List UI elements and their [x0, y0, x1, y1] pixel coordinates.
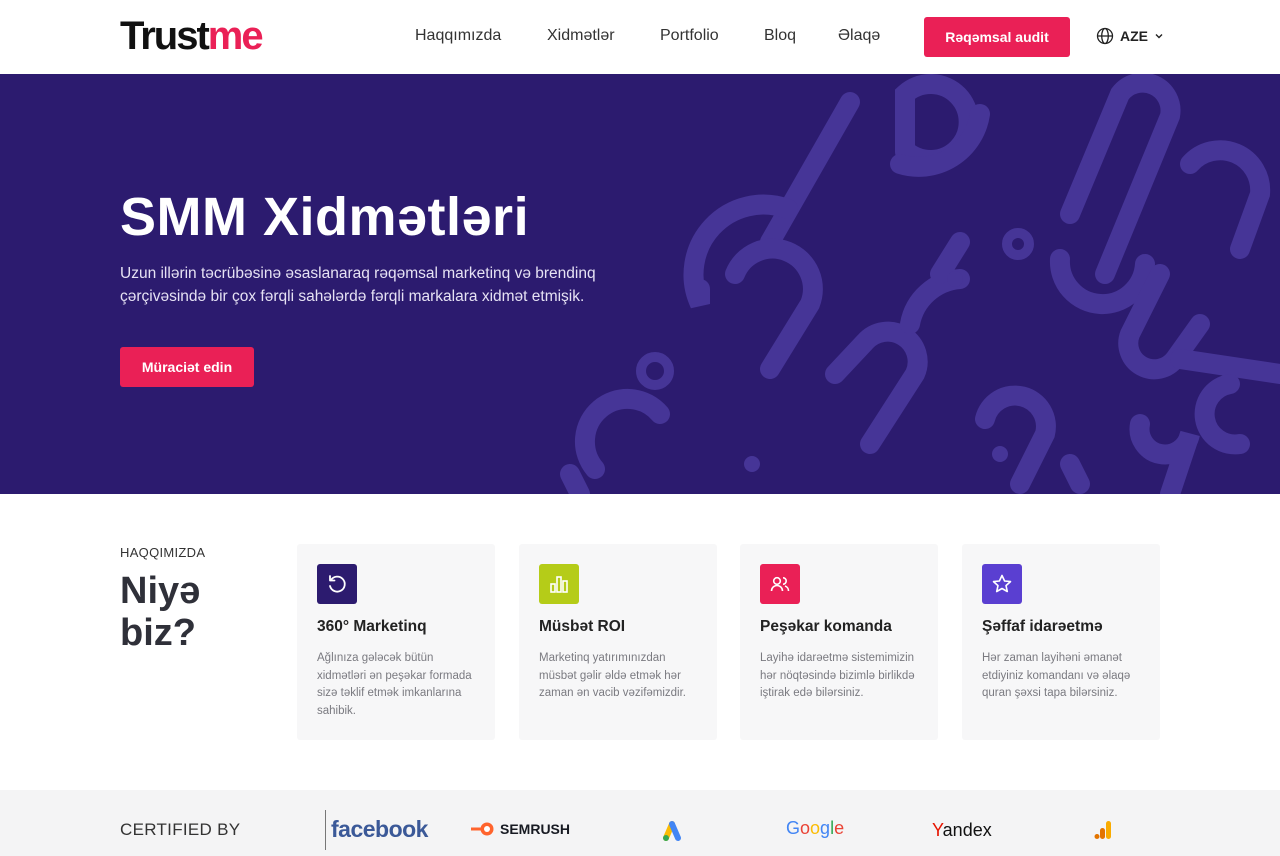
- apply-button[interactable]: Müraciət edin: [120, 347, 254, 387]
- nav-item-about[interactable]: Haqqımızda: [415, 27, 501, 45]
- semrush-wordmark: SEMRUSH: [500, 821, 571, 837]
- language-selector[interactable]: AZE: [1096, 27, 1164, 45]
- users-icon: [760, 564, 800, 604]
- yandex-rest: andex: [942, 820, 992, 840]
- google-analytics-logo: [1094, 820, 1112, 845]
- logo-text-me: me: [207, 14, 264, 58]
- card-title: Peşəkar komanda: [760, 618, 892, 635]
- bar-chart-icon: [539, 564, 579, 604]
- yandex-first-letter: Y: [932, 820, 943, 840]
- feature-card-positive-roi: Müsbət ROI Marketinq yatırımınızdan müsb…: [519, 544, 717, 740]
- section-eyebrow: HAQQIMIZDA: [120, 545, 206, 560]
- trustme-logo[interactable]: Trust me: [120, 14, 264, 58]
- nav-item-contact[interactable]: Əlaqə: [838, 27, 880, 45]
- star-icon: [982, 564, 1022, 604]
- card-text: Ağlınıza gələcək bütün xidmətləri ən peş…: [317, 652, 472, 717]
- hero-section: SMM Xidmətləri Uzun illərin təcrübəsinə …: [0, 74, 1280, 494]
- card-title: Müsbət ROI: [539, 618, 626, 635]
- google-ads-logo: [660, 820, 684, 847]
- nav-item-blog[interactable]: Bloq: [764, 27, 796, 45]
- semrush-flame-icon: [471, 822, 494, 836]
- refresh-icon: [317, 564, 357, 604]
- feature-card-360-marketing: 360° Marketinq Ağlınıza gələcək bütün xi…: [297, 544, 495, 740]
- language-label: AZE: [1120, 28, 1148, 44]
- feature-card-professional-team: Peşəkar komanda Layihə idarəetmə sistemi…: [740, 544, 938, 740]
- certified-by-section: CERTIFIED BY facebook SEMRUSH Google Yan…: [0, 790, 1280, 856]
- certified-divider: [325, 810, 326, 850]
- hero-description: Uzun illərin təcrübəsinə əsaslanaraq rəq…: [120, 265, 596, 305]
- chevron-down-icon: [1155, 34, 1163, 39]
- yandex-logo: Yandex: [932, 820, 992, 841]
- google-logo: Google: [786, 818, 845, 838]
- site-header: Trust me Haqqımızda Xidmətlər Portfolio B…: [0, 0, 1280, 74]
- certified-label: CERTIFIED BY: [120, 820, 241, 839]
- digital-audit-button[interactable]: Rəqəmsal audit: [924, 17, 1070, 57]
- feature-card-transparent-management: Şəffaf idarəetmə Hər zaman layihəni əman…: [962, 544, 1160, 740]
- semrush-logo: SEMRUSH: [470, 821, 570, 837]
- hero-title: SMM Xidmətləri: [120, 187, 530, 247]
- card-title: 360° Marketinq: [317, 618, 427, 635]
- section-title: Niyə biz?: [120, 570, 201, 654]
- card-text: Hər zaman layihəni əmanət etdiyiniz koma…: [982, 652, 1131, 699]
- nav-item-services[interactable]: Xidmətlər: [547, 27, 615, 45]
- nav-item-portfolio[interactable]: Portfolio: [660, 27, 719, 45]
- facebook-logo: facebook: [331, 816, 428, 842]
- logo-text-trust: Trust: [120, 14, 210, 58]
- card-text: Marketinq yatırımınızdan müsbət gəlir əl…: [539, 652, 687, 699]
- card-text: Layihə idarəetmə sistemimizin hər nöqtəs…: [760, 652, 915, 699]
- globe-icon: [1096, 27, 1114, 45]
- card-title: Şəffaf idarəetmə: [982, 618, 1103, 635]
